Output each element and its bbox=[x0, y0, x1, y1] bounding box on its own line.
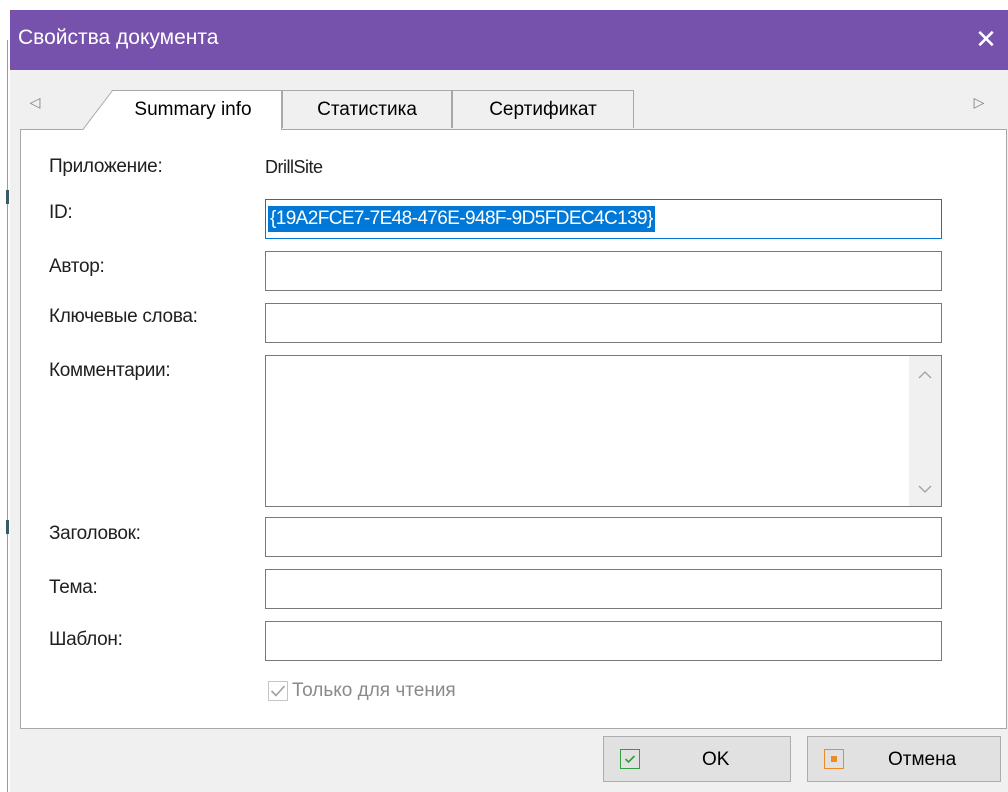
title-bar: Свойства документа ✕ bbox=[10, 10, 1008, 70]
tab-scroll-right-button[interactable]: ▷ bbox=[970, 90, 988, 114]
tab-certificate[interactable]: Сертификат bbox=[452, 90, 634, 128]
document-properties-dialog: Свойства документа ✕ ◁ ▷ Summary info Ст… bbox=[10, 10, 1008, 792]
close-icon: ✕ bbox=[975, 24, 997, 54]
cancel-button[interactable]: Отмена bbox=[807, 736, 1001, 782]
keywords-field[interactable] bbox=[265, 303, 942, 343]
dialog-title: Свойства документа bbox=[18, 26, 219, 49]
comments-scrollbar[interactable] bbox=[909, 356, 941, 506]
comments-field[interactable] bbox=[265, 355, 942, 507]
template-field[interactable] bbox=[265, 621, 942, 661]
tab-scroll-left-button[interactable]: ◁ bbox=[26, 90, 44, 114]
readonly-checkbox[interactable]: Только для чтения bbox=[268, 677, 456, 705]
tab-statistics[interactable]: Статистика bbox=[282, 90, 452, 128]
close-button[interactable]: ✕ bbox=[964, 10, 1008, 70]
edge-marker bbox=[6, 520, 9, 534]
comments-label: Комментарии: bbox=[49, 360, 171, 381]
title-field[interactable] bbox=[265, 517, 942, 557]
subject-label: Тема: bbox=[49, 577, 98, 598]
window-border-line bbox=[7, 40, 8, 792]
application-value: DrillSite bbox=[265, 157, 323, 177]
tab-summary-info[interactable]: Summary info bbox=[82, 90, 282, 130]
tab-label: Сертификат bbox=[489, 99, 597, 120]
application-label: Приложение: bbox=[49, 156, 163, 177]
subject-field[interactable] bbox=[265, 569, 942, 609]
tab-label: Summary info bbox=[134, 99, 252, 120]
keywords-label: Ключевые слова: bbox=[49, 306, 198, 327]
scroll-down-button[interactable] bbox=[909, 474, 941, 504]
tab-label: Статистика bbox=[317, 99, 417, 120]
ok-button-label: OK bbox=[702, 749, 730, 770]
background-window-edge bbox=[0, 0, 10, 792]
check-icon bbox=[620, 749, 640, 769]
cancel-icon bbox=[824, 749, 844, 769]
ok-button[interactable]: OK bbox=[603, 736, 791, 782]
scroll-up-button[interactable] bbox=[909, 360, 941, 390]
title-label: Заголовок: bbox=[49, 523, 141, 544]
cancel-button-label: Отмена bbox=[888, 749, 957, 770]
id-value-selected: {19A2FCE7-7E48-476E-948F-9D5FDEC4C139} bbox=[268, 206, 655, 232]
summary-info-panel: Приложение: DrillSite ID: {19A2FCE7-7E48… bbox=[20, 129, 1007, 729]
id-label: ID: bbox=[49, 202, 73, 223]
edge-marker bbox=[6, 190, 9, 204]
triangle-left-icon: ◁ bbox=[29, 94, 41, 110]
checkbox-box bbox=[268, 681, 288, 701]
author-field[interactable] bbox=[265, 251, 942, 291]
triangle-right-icon: ▷ bbox=[973, 94, 985, 110]
readonly-label: Только для чтения bbox=[292, 680, 456, 701]
checkmark-icon bbox=[270, 685, 286, 697]
author-label: Автор: bbox=[49, 256, 105, 277]
chevron-down-icon bbox=[918, 485, 932, 493]
template-label: Шаблон: bbox=[49, 629, 123, 650]
chevron-up-icon bbox=[918, 371, 932, 379]
id-field[interactable]: {19A2FCE7-7E48-476E-948F-9D5FDEC4C139} bbox=[265, 199, 942, 239]
